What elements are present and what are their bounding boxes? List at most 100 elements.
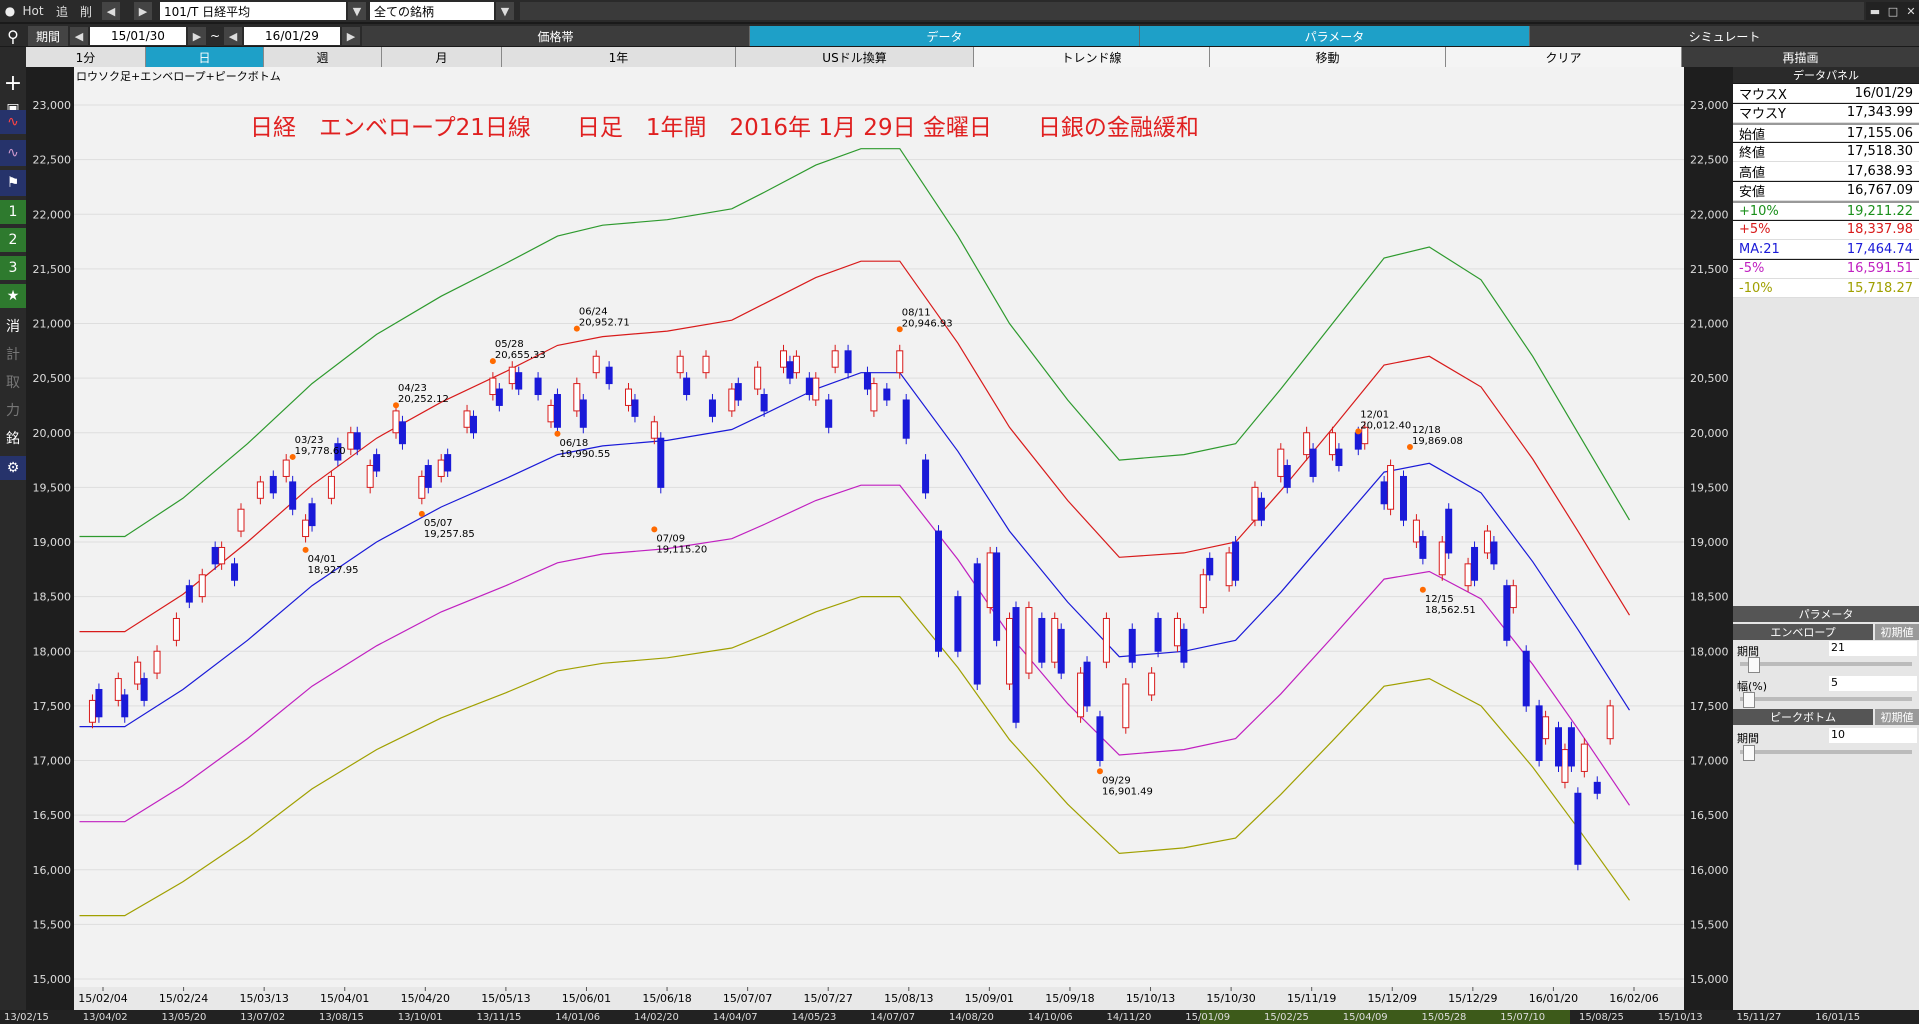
peak-reset-button[interactable]: 初期値 <box>1875 709 1919 725</box>
data-row-label: 高値 <box>1739 165 1766 181</box>
minimize-icon[interactable]: ▬ <box>1866 2 1884 20</box>
symbol-code-field[interactable]: 101/T 日経平均 <box>160 2 346 20</box>
tab-weekly[interactable]: 週 <box>264 47 382 67</box>
date-to-field[interactable]: 16/01/29 <box>244 27 340 45</box>
candle-up <box>1025 607 1033 674</box>
bottom-date-label: 13/07/02 <box>240 1011 286 1023</box>
data-row-label: +5% <box>1739 222 1771 237</box>
date-from-next-button[interactable]: ▶ <box>188 27 206 45</box>
preset-3-button[interactable]: 3 <box>0 256 26 280</box>
tab-usd-convert[interactable]: USドル換算 <box>736 47 974 67</box>
peak-period-value[interactable]: 10 <box>1829 728 1917 743</box>
hot-button[interactable]: Hot <box>18 0 48 22</box>
x-tick-label: 15/10/13 <box>1126 992 1175 1005</box>
chart-area[interactable]: 15,000 15,000 15,500 15,500 16,000 16,000 16,5… <box>26 67 1733 1010</box>
take-button[interactable]: 取 <box>0 370 26 394</box>
tab-1year[interactable]: 1年 <box>502 47 736 67</box>
tab-price-band[interactable]: 価格帯 <box>362 26 750 46</box>
width-value[interactable]: 5 <box>1829 676 1917 691</box>
candle-down <box>553 394 561 428</box>
param-panel-bg <box>1733 606 1919 1024</box>
bottom-date-label: 13/04/02 <box>82 1011 128 1023</box>
tab-redraw[interactable]: 再描画 <box>1682 47 1919 67</box>
data-row: MA:21 17,464.74 <box>1733 240 1919 259</box>
line-chart-icon[interactable]: ∿ <box>0 110 26 134</box>
peak-period-slider-knob[interactable] <box>1743 745 1756 761</box>
width-slider[interactable] <box>1740 692 1912 708</box>
tab-move[interactable]: 移動 <box>1210 47 1446 67</box>
next-symbol-button[interactable]: ▶ <box>134 2 152 20</box>
period-slider-knob[interactable] <box>1748 657 1761 673</box>
symbol-button[interactable]: 銘 <box>0 426 26 450</box>
peak-marker <box>651 526 658 533</box>
peak-value-label: 20,655.33 <box>495 350 546 361</box>
preset-2-button[interactable]: 2 <box>0 228 26 252</box>
peak-value-label: 19,115.20 <box>656 544 707 555</box>
tab-parameter[interactable]: パラメータ <box>1140 26 1530 46</box>
data-row-label: 終値 <box>1739 146 1766 161</box>
peak-value-label: 19,990.55 <box>559 449 610 460</box>
candle-down <box>734 383 742 401</box>
candle-up <box>1542 716 1550 740</box>
candle-down <box>1354 432 1362 450</box>
universe-dropdown-icon[interactable]: ▼ <box>496 2 514 20</box>
period-value[interactable]: 21 <box>1829 641 1917 656</box>
data-row-value: 16,767.09 <box>1846 183 1913 198</box>
universe-select[interactable]: 全ての銘柄 <box>370 2 494 20</box>
tab-1min[interactable]: 1分 <box>26 47 146 67</box>
tab-clear[interactable]: クリア <box>1446 47 1682 67</box>
date-to-next-button[interactable]: ▶ <box>342 27 360 45</box>
prev-symbol-button[interactable]: ◀ <box>102 2 120 20</box>
crosshair-icon[interactable]: + <box>0 70 26 96</box>
date-from-field[interactable]: 15/01/30 <box>90 27 186 45</box>
search-icon[interactable]: ⚲ <box>2 26 24 46</box>
maximize-icon[interactable]: □ <box>1884 2 1902 20</box>
lightbulb-icon[interactable]: ● <box>2 0 18 22</box>
envelope-reset-button[interactable]: 初期値 <box>1875 624 1919 640</box>
candle-up <box>1483 530 1491 554</box>
data-row-label: +10% <box>1739 203 1779 219</box>
y-tick-label-right: 19,000 <box>1690 536 1729 549</box>
y-tick-label: 17,500 <box>33 700 72 713</box>
y-tick-label: 16,000 <box>33 864 72 877</box>
candle-down <box>1257 497 1265 521</box>
data-row: マウスX 16/01/29 <box>1733 84 1919 103</box>
flag-icon[interactable]: ⚑ <box>0 170 26 196</box>
candle-down <box>424 465 432 488</box>
delete-button[interactable]: 削 <box>74 0 98 22</box>
peak-date-label: 03/23 <box>295 435 324 446</box>
period-slider[interactable] <box>1740 657 1912 673</box>
add-button[interactable]: 追 <box>50 0 74 22</box>
tab-monthly[interactable]: 月 <box>382 47 502 67</box>
date-to-prev-button[interactable]: ◀ <box>224 27 242 45</box>
candle-down <box>1593 781 1601 794</box>
power-button[interactable]: 力 <box>0 398 26 422</box>
tab-trendline[interactable]: トレンド線 <box>974 47 1210 67</box>
preset-1-button[interactable]: 1 <box>0 200 26 224</box>
data-row-value: 17,464.74 <box>1846 241 1913 257</box>
date-from-prev-button[interactable]: ◀ <box>70 27 88 45</box>
peak-marker <box>1096 768 1103 775</box>
y-tick-label-right: 23,000 <box>1690 99 1729 112</box>
candle-up <box>237 508 245 532</box>
erase-button[interactable]: 消 <box>0 314 26 338</box>
y-tick-label: 18,500 <box>33 591 72 604</box>
tool-sidebar-top <box>0 47 26 67</box>
overlay-chart-icon[interactable]: ∿ <box>0 140 26 166</box>
candle-down <box>1574 792 1582 865</box>
calc-button[interactable]: 計 <box>0 342 26 366</box>
tab-data[interactable]: データ <box>750 26 1140 46</box>
x-tick-label: 15/09/18 <box>1045 992 1094 1005</box>
candle-down <box>495 388 503 406</box>
candle-up <box>573 383 581 412</box>
settings-gear-icon[interactable]: ⚙ <box>0 456 26 480</box>
candle-down <box>444 454 452 472</box>
tab-daily[interactable]: 日 <box>146 47 264 67</box>
close-icon[interactable]: ✕ <box>1902 2 1919 20</box>
width-slider-knob[interactable] <box>1743 692 1756 708</box>
bottom-date-label: 15/08/25 <box>1579 1011 1624 1023</box>
tab-simulate[interactable]: シミュレート <box>1530 26 1919 46</box>
peak-period-slider[interactable] <box>1740 745 1912 761</box>
symbol-dropdown-icon[interactable]: ▼ <box>348 2 366 20</box>
star-icon[interactable]: ★ <box>0 284 26 308</box>
